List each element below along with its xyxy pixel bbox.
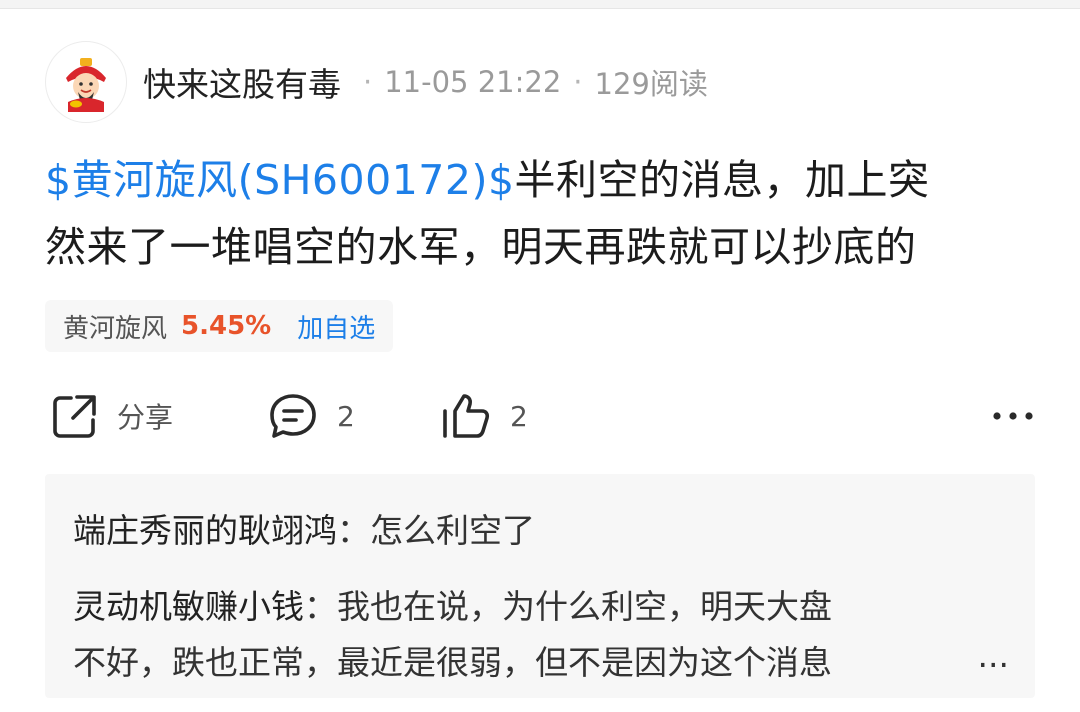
caishen-avatar-icon (66, 58, 106, 112)
comment-colon: ： (337, 511, 370, 550)
comments-preview[interactable]: 端庄秀丽的耿翊鸿：怎么利空了 灵动机敏赚小钱：我也在说，为什么利空，明天大盘 不… (45, 474, 1035, 698)
share-label: 分享 (117, 401, 174, 434)
action-bar: 分享 2 2 (45, 380, 1035, 452)
comment-count: 2 (337, 399, 355, 433)
comment-user[interactable]: 灵动机敏赚小钱 (73, 587, 304, 626)
share-icon (53, 395, 96, 438)
post-date: 11-05 21:22 (384, 65, 562, 99)
like-count: 2 (510, 399, 528, 433)
share-button[interactable]: 分享 (49, 380, 173, 452)
meta-separator: · (363, 65, 373, 99)
post-header: 快来这股有毒 · 11-05 21:22 · 129阅读 (45, 40, 708, 124)
read-count: 129阅读 (594, 67, 708, 101)
stock-chip[interactable]: 黄河旋风 5.45% 加自选 (45, 300, 394, 352)
post-text: 半利空的消息，加上突 (514, 156, 930, 204)
avatar[interactable] (45, 41, 127, 123)
comment-text-continued: 不好，跌也正常，最近是很弱，但不是因为这个消息 (73, 643, 832, 682)
comment-colon: ： (304, 587, 337, 626)
comment-text: 我也在说，为什么利空，明天大盘 (337, 587, 832, 626)
meta-separator: · (573, 65, 583, 99)
stock-chip-change: 5.45% (181, 311, 272, 341)
stock-mention-link[interactable]: $黄河旋风(SH600172)$ (45, 156, 515, 204)
comment-button[interactable]: 2 (267, 380, 355, 452)
thumbs-up-icon (443, 394, 490, 438)
post-body[interactable]: $黄河旋风(SH600172)$半利空的消息，加上突 然来了一堆唱空的水军，明天… (45, 147, 1035, 281)
stock-chip-name: 黄河旋风 (63, 313, 168, 344)
like-button[interactable]: 2 (440, 380, 528, 452)
add-watchlist-button[interactable]: 加自选 (297, 308, 375, 345)
post-meta: · 11-05 21:22 · 129阅读 (351, 61, 708, 103)
post-line-2: 然来了一堆唱空的水军，明天再跌就可以抄底的 (45, 223, 917, 271)
comment-item: 灵动机敏赚小钱：我也在说，为什么利空，明天大盘 (73, 580, 832, 628)
comment-text: 怎么利空了 (370, 511, 535, 550)
author-name[interactable]: 快来这股有毒 (143, 58, 341, 106)
more-dots-icon (993, 412, 1033, 420)
comment-more-ellipsis: ... (977, 636, 1009, 675)
more-button[interactable] (991, 380, 1035, 452)
post-line-1: $黄河旋风(SH600172)$半利空的消息，加上突 (45, 147, 1035, 214)
comment-user[interactable]: 端庄秀丽的耿翊鸿 (73, 511, 337, 550)
comment-icon (270, 394, 316, 438)
top-divider (0, 0, 1080, 9)
comment-item: 端庄秀丽的耿翊鸿：怎么利空了 (73, 504, 535, 552)
